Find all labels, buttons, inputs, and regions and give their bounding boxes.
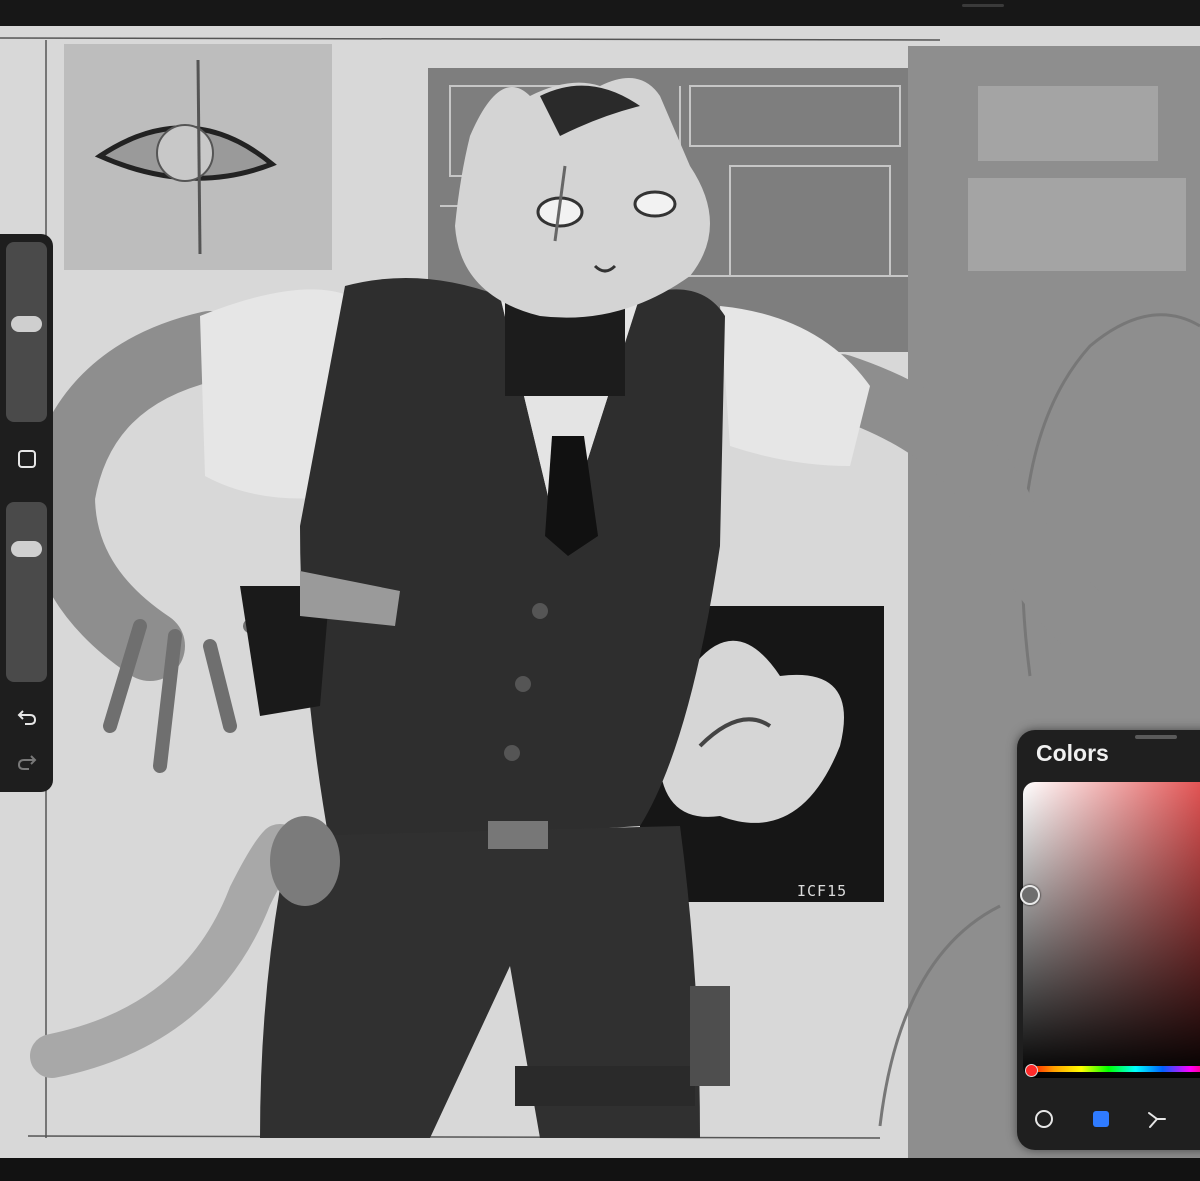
classic-square-icon	[1091, 1109, 1111, 1134]
disc-icon	[1033, 1108, 1055, 1135]
square-icon	[16, 448, 38, 475]
tab-classic[interactable]	[1086, 1106, 1116, 1136]
tab-harmony[interactable]	[1142, 1106, 1172, 1136]
opacity-slider[interactable]	[6, 502, 47, 682]
artist-signature: ICF15	[797, 882, 848, 900]
redo-icon	[16, 751, 38, 778]
brush-size-slider[interactable]	[6, 242, 47, 422]
undo-button[interactable]	[10, 704, 43, 734]
bottom-bar	[0, 1158, 1200, 1181]
harmony-icon	[1145, 1107, 1169, 1136]
colors-panel-title: Colors	[1036, 740, 1109, 766]
panel-drag-handle[interactable]	[1135, 735, 1177, 739]
hue-slider[interactable]	[1027, 1066, 1200, 1072]
color-picker-handle[interactable]	[1020, 885, 1040, 905]
top-status-bar	[0, 0, 1200, 26]
color-mode-tabs	[1017, 1102, 1200, 1142]
color-saturation-square[interactable]	[1020, 782, 1200, 1078]
colors-panel: Colors	[1017, 730, 1200, 1150]
undo-icon	[16, 706, 38, 733]
multitask-grip[interactable]	[962, 4, 1004, 7]
opacity-thumb[interactable]	[11, 540, 42, 557]
left-tool-sidebar	[0, 234, 53, 792]
redo-button[interactable]	[10, 749, 43, 779]
tab-disc[interactable]	[1029, 1106, 1059, 1136]
hue-slider-handle[interactable]	[1025, 1064, 1038, 1077]
brush-size-thumb[interactable]	[11, 316, 42, 333]
modify-button[interactable]	[10, 446, 43, 476]
